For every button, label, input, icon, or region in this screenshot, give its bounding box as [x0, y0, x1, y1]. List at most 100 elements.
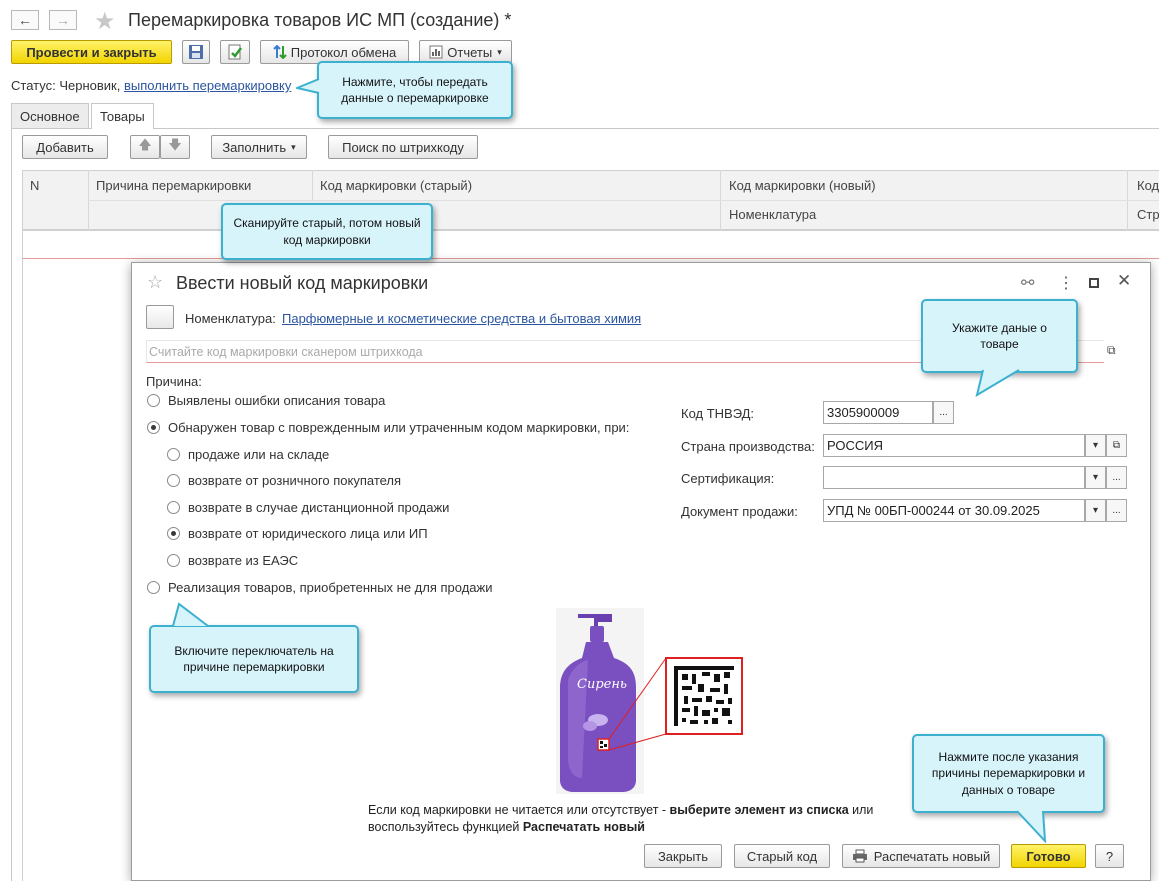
country-dropdown-button[interactable]: ▾ — [1085, 434, 1106, 457]
hint-bold-2: Распечатать новый — [522, 820, 645, 834]
callout-status-pointer — [296, 78, 320, 94]
certification-dropdown-button[interactable]: ▾ — [1085, 466, 1106, 489]
floppy-icon — [189, 45, 203, 59]
callout-product: Укажите даные о товаре — [921, 299, 1078, 373]
printer-icon — [852, 849, 867, 863]
column-header-old-code[interactable]: Код маркировки (старый) — [320, 178, 472, 193]
sale-document-field[interactable]: УПД № 00БП-000244 от 30.09.2025 — [823, 499, 1085, 522]
post-document-icon — [228, 44, 242, 60]
arrow-up-icon: 🡅 — [138, 137, 152, 152]
dialog-title: Ввести новый код маркировки — [176, 273, 429, 293]
product-brand-label: Сирень — [577, 677, 627, 692]
back-button[interactable]: ← — [11, 10, 39, 30]
more-vertical-icon[interactable]: ⋮ — [1058, 273, 1074, 293]
report-icon — [429, 45, 443, 59]
reason-radio-damaged-code[interactable] — [147, 421, 160, 434]
fill-button[interactable]: Заполнить ▾ — [211, 135, 307, 159]
certification-label: Сертификация: — [681, 471, 775, 486]
arrow-right-icon: → — [56, 12, 70, 28]
page-title: Перемаркировка товаров ИС МП (создание) … — [128, 10, 512, 30]
country-open-button[interactable]: ⧉ — [1106, 434, 1127, 457]
tnved-field[interactable]: 3305900009 — [823, 401, 933, 424]
nomenclature-link[interactable]: Парфюмерные и косметические средства и б… — [282, 311, 641, 326]
reason-label: Причина: — [146, 374, 202, 389]
header-row-divider — [88, 200, 1159, 201]
move-down-button[interactable]: 🡇 — [160, 135, 190, 159]
barcode-search-button[interactable]: Поиск по штрихкоду — [328, 135, 478, 159]
reason-description-errors-label: Выявлены ошибки описания товара — [168, 393, 386, 408]
subreason-radio-eaeu[interactable] — [167, 554, 180, 567]
reason-not-for-sale-label: Реализация товаров, приобретенных не для… — [168, 580, 493, 595]
post-and-close-button[interactable]: Провести и закрыть — [11, 40, 172, 64]
nomenclature-label: Номенклатура: — [185, 311, 276, 326]
callout-status: Нажмите, чтобы передать данные о перемар… — [317, 61, 513, 119]
hint-part-1: Если код маркировки не читается или отсу… — [368, 803, 670, 817]
nomenclature-picture-button[interactable] — [146, 305, 174, 329]
country-field[interactable]: РОССИЯ — [823, 434, 1085, 457]
country-label: Страна производства: — [681, 439, 815, 454]
add-button[interactable]: Добавить — [22, 135, 108, 159]
link-icon[interactable]: ⚯ — [1021, 273, 1034, 293]
hint-bold-1: выберите элемент из списка — [669, 803, 849, 817]
hint-part-2: или — [848, 803, 874, 817]
tab-main[interactable]: Основное — [11, 103, 89, 128]
sale-document-label: Документ продажи: — [681, 504, 798, 519]
open-form-icon[interactable]: ⧉ — [1107, 343, 1116, 358]
perform-remarking-link[interactable]: выполнить перемаркировку — [124, 78, 291, 93]
status-label: Статус: — [11, 78, 56, 93]
save-button[interactable] — [182, 40, 210, 64]
reason-radio-not-for-sale[interactable] — [147, 581, 160, 594]
dropdown-arrow-icon: ▾ — [291, 141, 296, 152]
print-new-label: Распечатать новый — [873, 848, 991, 864]
fill-label: Заполнить — [222, 139, 287, 155]
arrow-left-icon: ← — [18, 12, 32, 28]
certification-select-button[interactable]: ... — [1106, 466, 1127, 489]
subreason-retail-return-label: возврате от розничного покупателя — [188, 473, 402, 488]
callout-reason: Включите переключатель на причине перема… — [149, 625, 359, 693]
column-header-cut[interactable]: Код — [1137, 178, 1159, 193]
forward-button[interactable]: → — [49, 10, 77, 30]
subreason-radio-legal-return[interactable] — [167, 527, 180, 540]
column-header-n[interactable]: N — [30, 178, 39, 193]
column-header-new-code[interactable]: Код маркировки (новый) — [729, 178, 876, 193]
callout-done: Нажмите после указания причины перемарки… — [912, 734, 1105, 813]
star-outline-icon[interactable]: ☆ — [147, 272, 163, 293]
column-header-cut-2[interactable]: Стр — [1137, 207, 1159, 222]
table-left-border — [22, 259, 23, 881]
tab-goods[interactable]: Товары — [91, 103, 154, 129]
old-code-button[interactable]: Старый код — [734, 844, 830, 868]
callout-scan: Сканируйте старый, потом новый код марки… — [221, 203, 433, 260]
callout-reason-pointer — [172, 602, 209, 627]
favorite-star-icon[interactable]: ★ — [94, 7, 116, 36]
exchange-log-label: Протокол обмена — [290, 44, 397, 60]
close-button[interactable]: Закрыть — [644, 844, 722, 868]
status-line: Статус: Черновик, выполнить перемаркиров… — [11, 78, 291, 93]
help-button[interactable]: ? — [1095, 844, 1124, 868]
column-header-nomenclature[interactable]: Номенклатура — [729, 207, 816, 222]
sale-document-dropdown-button[interactable]: ▾ — [1085, 499, 1106, 522]
close-icon[interactable]: ✕ — [1117, 271, 1131, 291]
subreason-radio-sale[interactable] — [167, 448, 180, 461]
subreason-radio-retail-return[interactable] — [167, 474, 180, 487]
exchange-arrows-icon — [273, 45, 287, 59]
reason-radio-description-errors[interactable] — [147, 394, 160, 407]
product-illustration — [556, 608, 743, 794]
subreason-remote-return-label: возврате в случае дистанционной продажи — [188, 500, 450, 515]
hint-text: Если код маркировки не читается или отсу… — [368, 802, 873, 836]
move-up-button[interactable]: 🡅 — [130, 135, 160, 159]
dropdown-arrow-icon: ▾ — [497, 46, 502, 57]
print-new-button[interactable]: Распечатать новый — [842, 844, 1000, 868]
sale-document-select-button[interactable]: ... — [1106, 499, 1127, 522]
post-button[interactable] — [220, 40, 250, 64]
subreason-radio-remote-return[interactable] — [167, 501, 180, 514]
maximize-icon[interactable] — [1089, 278, 1099, 288]
column-header-reason[interactable]: Причина перемаркировки — [96, 178, 251, 193]
subreason-legal-return-label: возврате от юридического лица или ИП — [188, 526, 428, 541]
table-row[interactable] — [22, 230, 1159, 259]
hint-part-3: воспользуйтесь функцией — [368, 820, 523, 834]
subreason-eaeu-label: возврате из ЕАЭС — [188, 553, 299, 568]
reason-damaged-code-label: Обнаружен товар с поврежденным или утрач… — [168, 420, 630, 435]
certification-field[interactable] — [823, 466, 1085, 489]
done-button[interactable]: Готово — [1011, 844, 1086, 868]
tnved-select-button[interactable]: ... — [933, 401, 954, 424]
